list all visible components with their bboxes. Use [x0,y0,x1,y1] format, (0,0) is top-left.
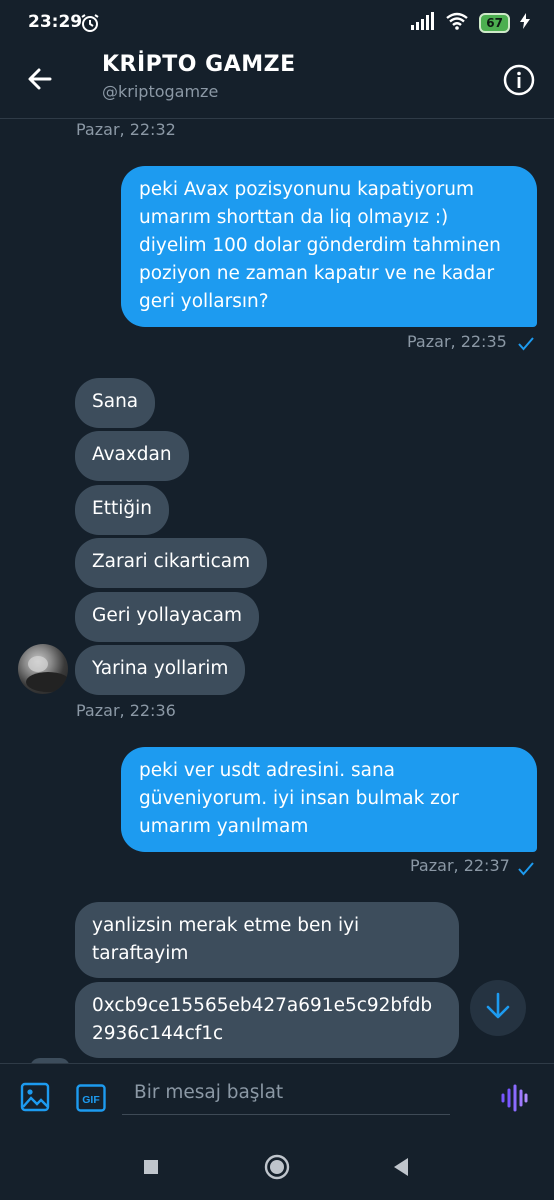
status-time: 23:29 [28,12,83,32]
svg-text:GIF: GIF [82,1094,100,1106]
arrow-down-icon [485,992,511,1024]
message-composer: GIF Bir mesaj başlat [0,1063,554,1134]
outgoing-message[interactable]: peki ver usdt adresini. sana güveniyorum… [121,747,537,852]
system-nav-bar [0,1133,554,1200]
incoming-message[interactable]: Geri yollayacam [75,592,260,642]
back-nav-icon[interactable] [392,1157,410,1181]
incoming-message[interactable]: yanlizsin merak etme ben iyi taraftayim [75,902,459,978]
scroll-to-bottom-button[interactable] [470,980,526,1036]
info-icon[interactable] [502,63,536,97]
gif-icon[interactable]: GIF [76,1084,106,1116]
alarm-icon [80,13,100,37]
signal-icon [411,12,435,34]
status-bar: 23:29 67 [0,0,554,48]
recents-icon[interactable] [143,1159,159,1179]
message-timestamp: Pazar, 22:36 [76,701,176,720]
message-input[interactable]: Bir mesaj başlat [122,1076,450,1115]
image-icon[interactable] [20,1082,50,1116]
read-check-icon [518,861,534,880]
conversation-handle[interactable]: @kriptogamze [102,82,218,101]
incoming-message[interactable]: Yarina yollarim [75,645,246,695]
voice-message-icon[interactable] [500,1084,528,1116]
incoming-message[interactable]: Ettiğin [75,485,169,535]
outgoing-message[interactable]: peki Avax pozisyonunu kapatiyorum umarım… [121,166,537,327]
charging-icon [520,13,530,33]
wifi-icon [445,12,469,34]
message-timestamp: Pazar, 22:37 [410,856,510,875]
incoming-message[interactable]: Avaxdan [75,431,189,481]
message-timestamp: Pazar, 22:35 [407,332,507,351]
message-timestamp: Pazar, 22:32 [76,120,176,139]
sender-avatar[interactable] [18,644,68,694]
incoming-message[interactable]: 0xcb9ce15565eb427a691e5c92bfdb2936c144cf… [75,982,459,1058]
message-input-placeholder: Bir mesaj başlat [134,1082,284,1103]
back-arrow-icon[interactable] [24,63,56,95]
home-icon[interactable] [264,1154,290,1184]
conversation-title[interactable]: KRİPTO GAMZE [102,52,296,77]
read-check-icon [518,336,534,355]
conversation-header: KRİPTO GAMZE @kriptogamze [0,48,554,119]
battery-indicator: 67 [479,13,510,33]
incoming-message[interactable]: Zarari cikarticam [75,538,268,588]
incoming-message[interactable]: Sana [75,378,156,428]
